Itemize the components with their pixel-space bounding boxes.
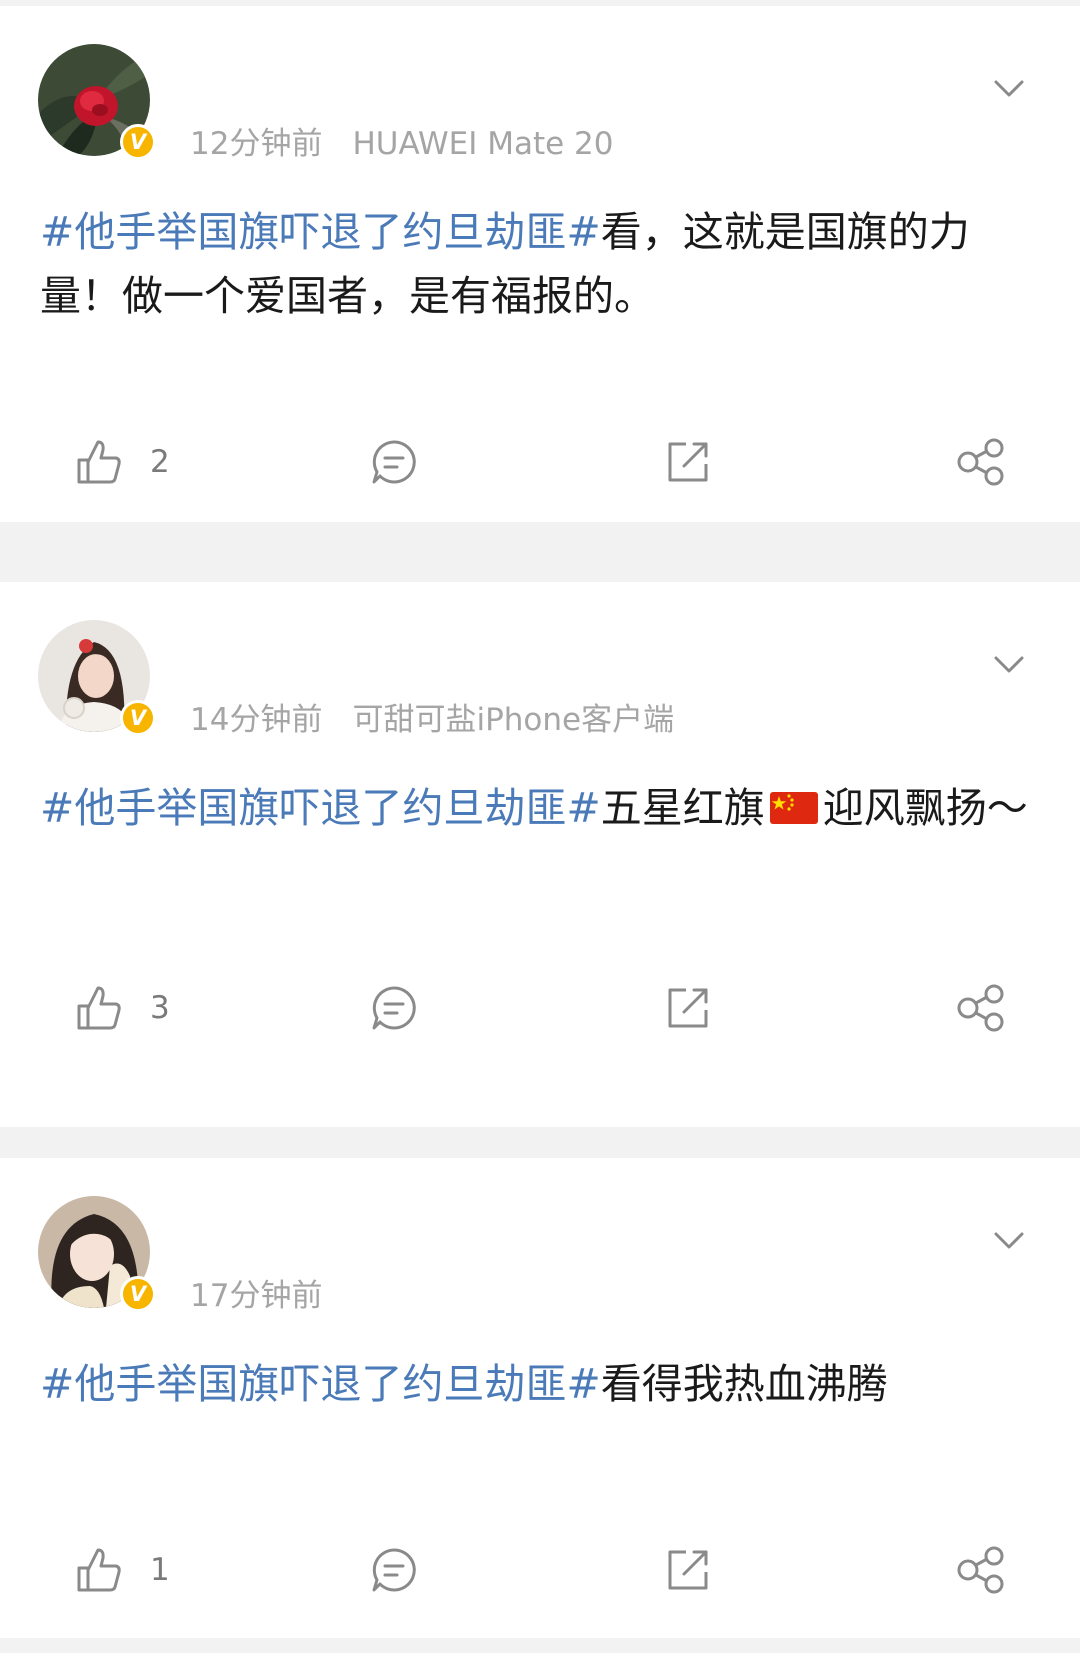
- post-meta: 12分钟前 HUAWEI Mate 20: [190, 124, 613, 164]
- repost-button[interactable]: [664, 976, 712, 1040]
- comment-button[interactable]: [370, 1538, 418, 1602]
- action-bar: 3: [0, 976, 1080, 1040]
- action-bar: 2: [0, 430, 1080, 494]
- repost-icon: [668, 1550, 708, 1590]
- chevron-down-icon[interactable]: [992, 76, 1026, 100]
- hashtag-link[interactable]: #他手举国旗吓退了约旦劫匪#: [40, 1360, 601, 1408]
- repost-button[interactable]: [664, 1538, 712, 1602]
- comment-button[interactable]: [370, 430, 418, 494]
- post-content[interactable]: #他手举国旗吓退了约旦劫匪#五星红旗 迎风飘扬～: [40, 776, 1040, 840]
- post-text: 五星红旗: [600, 784, 765, 832]
- post-card: V 17分钟前 #他手举国旗吓退了约旦劫匪#看得我热血沸腾 1: [0, 1158, 1080, 1638]
- post-meta: 17分钟前: [190, 1276, 322, 1316]
- post-time: 14分钟前: [190, 702, 323, 738]
- verified-badge-icon: V: [120, 124, 156, 160]
- post-card: V 14分钟前 可甜可盐iPhone客户端 #他手举国旗吓退了约旦劫匪#五星红旗 …: [0, 582, 1080, 1127]
- post-time: 17分钟前: [190, 1278, 323, 1314]
- like-count: 1: [150, 1552, 170, 1588]
- chevron-down-icon[interactable]: [992, 1228, 1026, 1252]
- share-icon: [957, 438, 1004, 486]
- comment-icon: [372, 986, 416, 1030]
- share-button[interactable]: [956, 976, 1006, 1040]
- share-icon: [957, 984, 1004, 1032]
- action-bar: 1: [0, 1538, 1080, 1602]
- like-button[interactable]: 1: [76, 1538, 206, 1602]
- comment-button[interactable]: [370, 976, 418, 1040]
- repost-icon: [668, 988, 708, 1028]
- repost-button[interactable]: [664, 430, 712, 494]
- post-text-continued: 迎风飘扬～: [822, 784, 1028, 832]
- hashtag-link[interactable]: #他手举国旗吓退了约旦劫匪#: [40, 208, 601, 256]
- repost-icon: [668, 442, 708, 482]
- like-count: 3: [150, 990, 170, 1026]
- post-meta: 14分钟前 可甜可盐iPhone客户端: [190, 700, 674, 740]
- comment-icon: [372, 440, 416, 484]
- share-button[interactable]: [956, 1538, 1006, 1602]
- post-text: 看得我热血沸腾: [600, 1360, 888, 1408]
- post-source: 可甜可盐iPhone客户端: [352, 702, 675, 738]
- share-icon: [957, 1546, 1004, 1594]
- chevron-down-icon[interactable]: [992, 652, 1026, 676]
- like-button[interactable]: 2: [76, 430, 206, 494]
- post-source: HUAWEI Mate 20: [352, 126, 614, 162]
- verified-badge-icon: V: [120, 1276, 156, 1312]
- post-time: 12分钟前: [190, 126, 323, 162]
- china-flag-emoji-icon: [769, 792, 818, 824]
- verified-badge-icon: V: [120, 700, 156, 736]
- share-button[interactable]: [956, 430, 1006, 494]
- like-count: 2: [150, 444, 170, 480]
- thumbs-up-icon: [77, 986, 121, 1030]
- comment-icon: [372, 1548, 416, 1592]
- post-content[interactable]: #他手举国旗吓退了约旦劫匪#看得我热血沸腾: [40, 1352, 1040, 1416]
- post-card: V 12分钟前 HUAWEI Mate 20 #他手举国旗吓退了约旦劫匪#看，这就…: [0, 6, 1080, 522]
- post-content[interactable]: #他手举国旗吓退了约旦劫匪#看，这就是国旗的力量！做一个爱国者，是有福报的。: [40, 200, 1040, 328]
- thumbs-up-icon: [77, 440, 121, 484]
- like-button[interactable]: 3: [76, 976, 206, 1040]
- hashtag-link[interactable]: #他手举国旗吓退了约旦劫匪#: [40, 784, 601, 832]
- thumbs-up-icon: [77, 1548, 121, 1592]
